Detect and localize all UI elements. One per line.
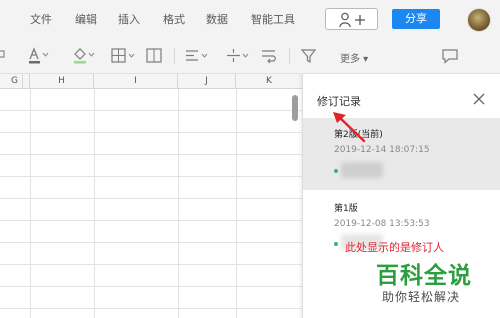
menu-data[interactable]: 数据 <box>206 11 228 27</box>
more-label: 更多 <box>340 54 360 65</box>
column-header[interactable]: G <box>0 74 30 89</box>
watermark-title: 百科全说 <box>376 263 472 289</box>
column-header[interactable]: K <box>236 74 302 89</box>
revision-name: 第1版 <box>334 204 358 214</box>
column-header[interactable]: H <box>30 74 94 89</box>
reviser-name-redacted <box>341 162 383 178</box>
format-painter-icon[interactable] <box>0 47 8 65</box>
menu-format[interactable]: 格式 <box>163 11 185 27</box>
add-user-icon <box>339 12 365 28</box>
revision-date: 2019-12-08 13:53:53 <box>334 219 430 229</box>
reviser-status-dot <box>334 242 338 246</box>
border-icon[interactable] <box>110 47 136 65</box>
menu-insert[interactable]: 插入 <box>118 11 140 27</box>
menu-edit[interactable]: 编辑 <box>75 11 97 27</box>
text-color-icon[interactable] <box>28 47 50 65</box>
align-icon[interactable] <box>184 47 210 65</box>
column-header[interactable]: J <box>178 74 236 89</box>
column-header[interactable]: I <box>94 74 178 89</box>
wrap-text-icon[interactable] <box>260 47 278 65</box>
toolbar-divider <box>289 48 290 64</box>
vertical-align-icon[interactable] <box>225 47 251 65</box>
avatar[interactable] <box>467 8 491 32</box>
fill-color-icon[interactable] <box>72 47 96 65</box>
panel-title: 修订记录 <box>317 95 361 108</box>
cell-grid[interactable] <box>0 89 302 318</box>
menu-smart-tools[interactable]: 智能工具 <box>251 11 295 27</box>
menu-file[interactable]: 文件 <box>30 11 52 27</box>
toolbar-divider <box>174 48 175 64</box>
comment-icon[interactable] <box>441 47 459 65</box>
revision-date: 2019-12-14 18:07:15 <box>334 145 430 155</box>
add-collaborator-button[interactable] <box>325 8 378 30</box>
reviser-status-dot <box>334 169 338 173</box>
annotation-arrow-icon <box>333 112 366 143</box>
column-header-row: G H I J K <box>0 74 302 89</box>
merge-cells-icon[interactable] <box>145 47 165 65</box>
more-menu[interactable]: 更多 ▾ <box>340 50 368 65</box>
annotation-note: 此处显示的是修订人 <box>345 241 444 254</box>
filter-icon[interactable] <box>300 47 318 65</box>
share-button[interactable]: 分享 <box>392 9 440 29</box>
watermark-subtitle: 助你轻松解决 <box>382 290 461 304</box>
menu-bar: 文件 编辑 插入 格式 数据 智能工具 分享 <box>0 0 500 38</box>
close-icon[interactable] <box>473 93 485 105</box>
toolbar: 更多 ▾ <box>0 38 500 74</box>
